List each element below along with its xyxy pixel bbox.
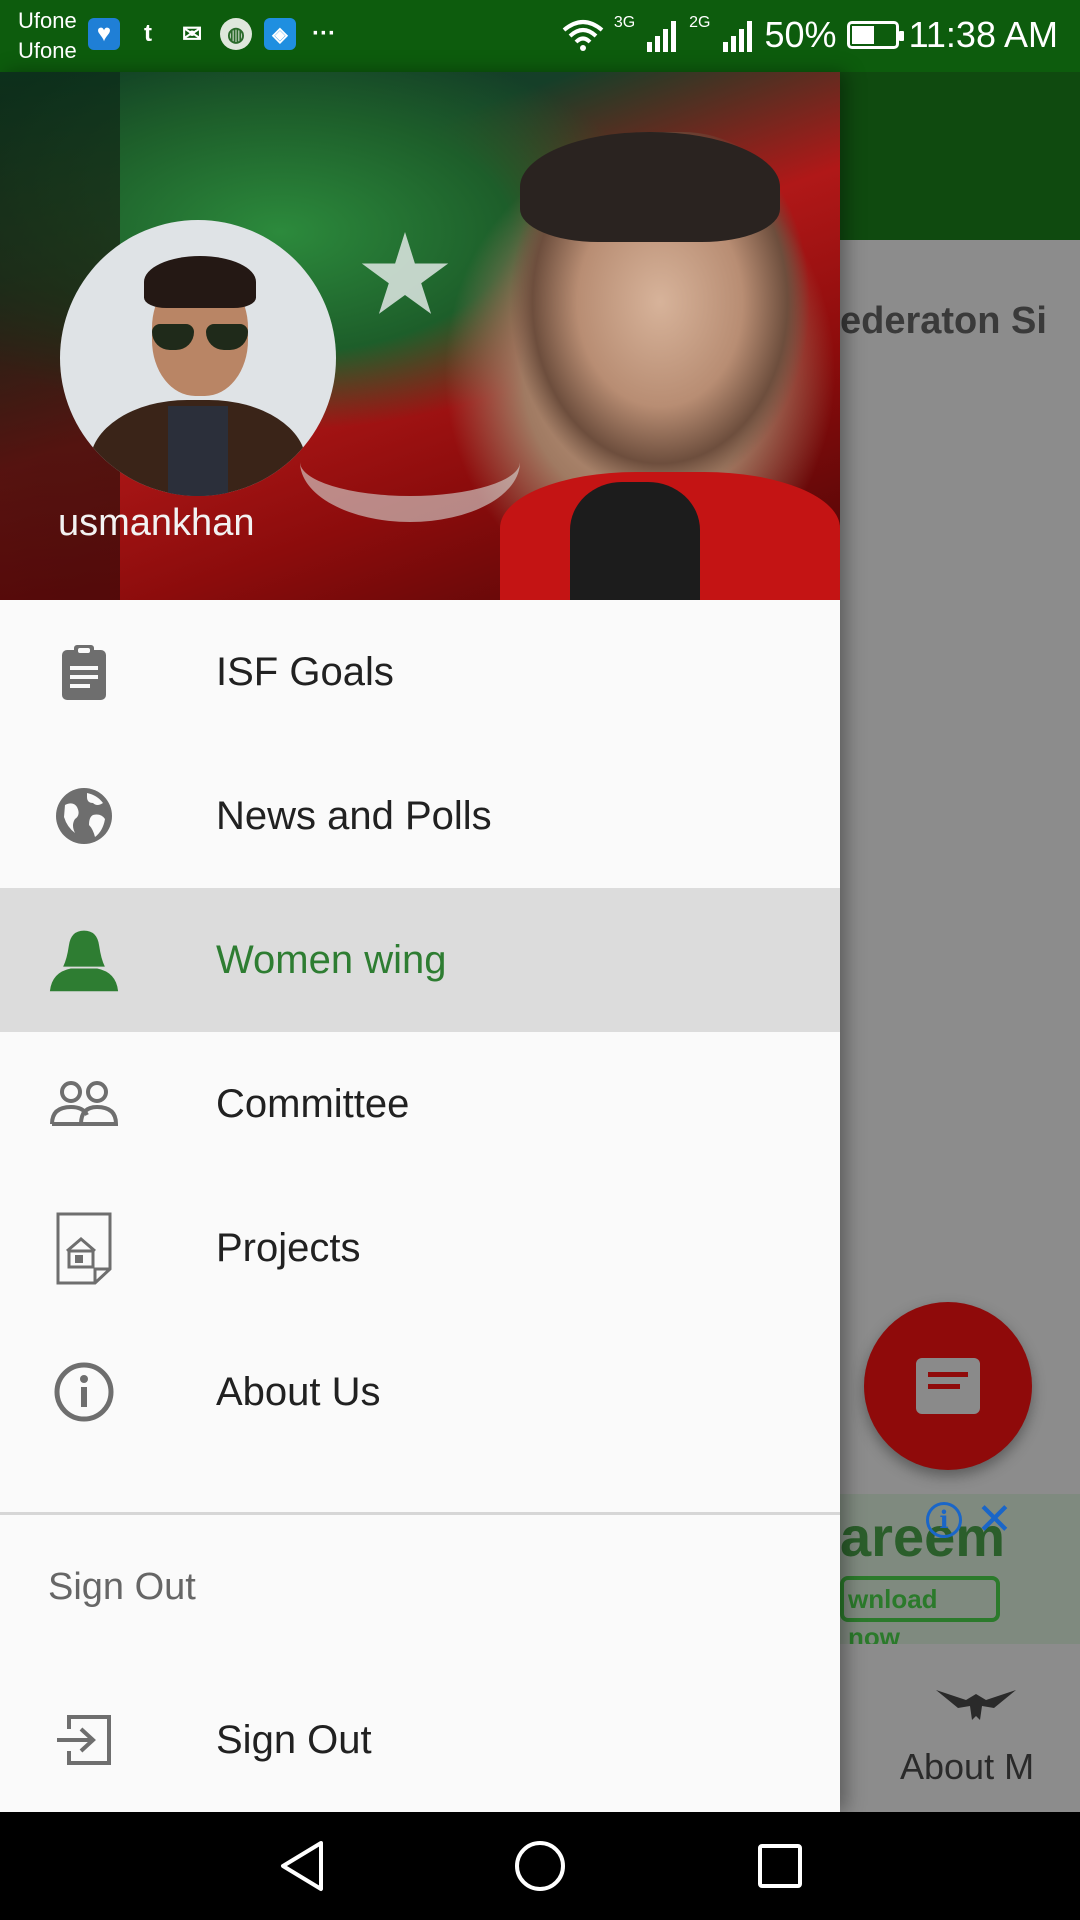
chat-fab-button[interactable] <box>864 1302 1032 1470</box>
menu-label: News and Polls <box>216 793 492 838</box>
menu-label: Projects <box>216 1225 361 1270</box>
more-icon: ··· <box>312 20 336 47</box>
people-icon <box>48 1068 120 1140</box>
username: usmankhan <box>58 502 255 544</box>
gmail-icon: ✉ <box>181 20 203 48</box>
back-icon[interactable] <box>272 1836 332 1896</box>
menu-label: ISF Goals <box>216 649 394 694</box>
wifi-icon <box>562 20 604 51</box>
signal-icon <box>647 21 677 52</box>
menu-item-news-and-polls[interactable]: News and Polls <box>0 744 840 888</box>
system-nav-bar <box>0 1812 1080 1920</box>
carrier-names: Ufone Ufone <box>18 6 77 66</box>
document-icon <box>48 1212 120 1285</box>
bottom-nav-label: About M <box>900 1746 1035 1787</box>
info-icon <box>48 1356 120 1428</box>
status-right: 3G 2G 50% 11:38 AM <box>562 14 1058 56</box>
globe-icon <box>48 780 120 852</box>
recents-icon[interactable] <box>750 1836 810 1896</box>
section-header-sign-out: Sign Out <box>48 1566 196 1608</box>
ad-download-button[interactable]: wnload now <box>840 1576 1000 1644</box>
menu-item-committee[interactable]: Committee <box>0 1032 840 1176</box>
menu-divider <box>0 1512 840 1515</box>
header-portrait-hair <box>520 132 780 242</box>
menu-item-women-wing[interactable]: Women wing <box>0 888 840 1032</box>
carrier-1: Ufone <box>18 8 77 33</box>
shareit-icon: ◈ <box>264 18 296 50</box>
menu-label: Women wing <box>216 937 447 982</box>
avatar-shirt <box>168 406 228 496</box>
menu-item-sign-out[interactable]: Sign Out <box>0 1668 840 1812</box>
avatar-glasses <box>150 324 250 350</box>
browser-icon: ◍ <box>220 18 252 50</box>
clipboard-icon <box>48 636 120 708</box>
header-crescent <box>300 402 520 522</box>
ad-info-icon[interactable]: i <box>926 1502 962 1538</box>
signal-icon-2 <box>722 21 752 52</box>
message-icon <box>916 1358 980 1414</box>
menu-item-isf-goals[interactable]: ISF Goals <box>0 600 840 744</box>
avatar[interactable] <box>60 220 336 496</box>
health-app-icon: ♥ <box>88 18 120 50</box>
battery-percent: 50% <box>764 14 837 55</box>
exit-icon <box>48 1704 120 1776</box>
carrier-2: Ufone <box>18 38 77 63</box>
tumblr-icon: t <box>144 20 152 47</box>
woman-icon <box>48 924 120 996</box>
header-portrait-shirt <box>570 482 700 600</box>
menu-item-about-us[interactable]: About Us <box>0 1320 840 1464</box>
network-type-2: 2G <box>689 14 711 31</box>
menu-label: About Us <box>216 1369 381 1414</box>
menu-label: Sign Out <box>216 1717 372 1762</box>
drawer-header: usmankhan <box>0 72 840 600</box>
ad-close-icon[interactable]: ✕ <box>976 1494 1013 1545</box>
battery-icon <box>846 21 904 49</box>
eagle-icon <box>936 1690 1016 1720</box>
home-icon[interactable] <box>510 1836 570 1896</box>
menu-item-projects[interactable]: Projects <box>0 1176 840 1320</box>
clock: 11:38 AM <box>908 14 1058 55</box>
status-bar: Ufone Ufone ♥ t ✉ ◍ ◈ ··· 3G 2G 50% 11:3… <box>0 0 1080 72</box>
network-type-1: 3G <box>613 14 636 31</box>
notification-icons: ♥ t ✉ ◍ ◈ ··· <box>88 18 340 50</box>
menu-label: Committee <box>216 1081 410 1126</box>
header-flag-star <box>361 232 449 314</box>
avatar-hair <box>144 256 256 308</box>
navigation-drawer: usmankhan ISF Goals News and Polls Women… <box>0 72 840 1812</box>
bottom-nav-about[interactable]: About M <box>880 1670 1080 1810</box>
app-heading: ederaton Si <box>840 300 1047 342</box>
